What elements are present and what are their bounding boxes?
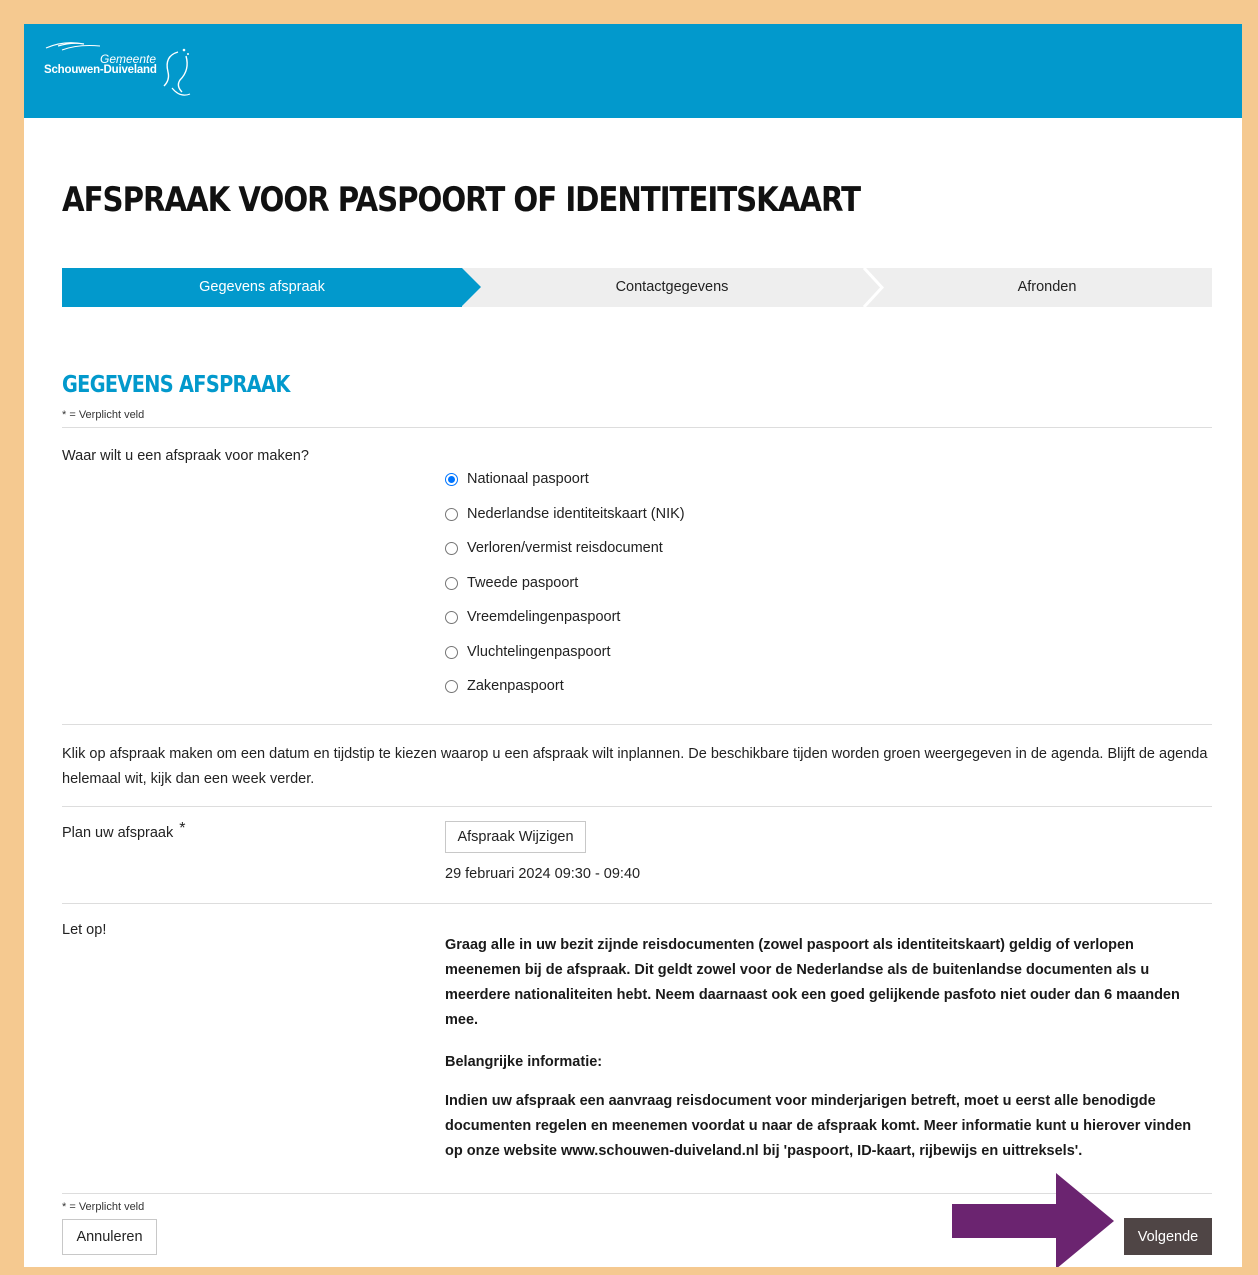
option-label: Verloren/vermist reisdocument — [467, 540, 663, 556]
option-label: Zakenpaspoort — [467, 678, 564, 694]
required-asterisk: * — [179, 820, 186, 837]
radio-button[interactable] — [445, 679, 458, 693]
option-label: Tweede paspoort — [467, 575, 579, 591]
step-separator-icon — [862, 268, 884, 307]
plan-label-text: Plan uw afspraak — [62, 825, 174, 841]
divider — [62, 724, 1212, 725]
notice-paragraph: Indien uw afspraak een aanvraag reisdocu… — [445, 1093, 1192, 1159]
logo-swoosh-icon — [45, 42, 101, 51]
change-appointment-button[interactable]: Afspraak Wijzigen — [445, 821, 586, 853]
section-title: GEGEVENS AFSPRAAK — [62, 372, 290, 398]
radio-button[interactable] — [445, 576, 458, 590]
option-label: Nederlandse identiteitskaart (NIK) — [467, 506, 685, 522]
option-nederlandse-identiteitskaart[interactable]: Nederlandse identiteitskaart (NIK) — [445, 504, 685, 524]
notice-label: Let op! — [62, 922, 107, 938]
radio-button[interactable] — [445, 645, 458, 659]
divider — [62, 903, 1212, 904]
page-title: AFSPRAAK VOOR PASPOORT OF IDENTITEITSKAA… — [62, 180, 861, 220]
divider — [62, 427, 1212, 428]
page-frame: Gemeente Schouwen-Duiveland AFSPRAAK VOO… — [24, 24, 1242, 1267]
radio-button[interactable] — [445, 507, 458, 521]
required-note: * = Verplicht veld — [62, 1201, 145, 1213]
divider — [62, 806, 1212, 807]
option-label: Nationaal paspoort — [467, 471, 589, 487]
site-header: Gemeente Schouwen-Duiveland — [24, 24, 1242, 118]
next-button[interactable]: Volgende — [1124, 1218, 1212, 1255]
municipality-logo[interactable]: Gemeente Schouwen-Duiveland — [44, 42, 204, 106]
progress-steps: Gegevens afspraak Contactgegevens Afrond… — [62, 268, 1212, 307]
option-vluchtelingenpaspoort[interactable]: Vluchtelingenpaspoort — [445, 642, 611, 662]
question-label: Waar wilt u een afspraak voor maken? — [62, 448, 309, 464]
radio-button[interactable] — [445, 610, 458, 624]
required-note: * = Verplicht veld — [62, 409, 145, 421]
option-verloren-reisdocument[interactable]: Verloren/vermist reisdocument — [445, 538, 663, 558]
logo-wave-icon — [163, 48, 191, 96]
notice-paragraph: Graag alle in uw bezit zijnde reisdocume… — [445, 937, 1180, 1028]
radio-button[interactable] — [445, 472, 458, 486]
option-label: Vreemdelingenpaspoort — [467, 609, 621, 625]
step-gegevens-afspraak: Gegevens afspraak — [62, 268, 481, 307]
radio-button[interactable] — [445, 541, 458, 555]
option-label: Vluchtelingenpaspoort — [467, 644, 611, 660]
step-afronden: Afronden — [1017, 279, 1077, 295]
annotation-arrow-icon — [952, 1173, 1114, 1267]
option-vreemdelingenpaspoort[interactable]: Vreemdelingenpaspoort — [445, 607, 620, 627]
logo-line2: Schouwen-Duiveland — [44, 64, 157, 76]
option-nationaal-paspoort[interactable]: Nationaal paspoort — [445, 469, 589, 489]
notice-heading: Belangrijke informatie: — [445, 1054, 603, 1070]
step-contactgegevens: Contactgegevens — [615, 279, 729, 295]
option-zakenpaspoort[interactable]: Zakenpaspoort — [445, 676, 564, 696]
option-tweede-paspoort[interactable]: Tweede paspoort — [445, 573, 578, 593]
plan-label: Plan uw afspraak * — [62, 820, 185, 842]
cancel-button[interactable]: Annuleren — [62, 1219, 157, 1255]
appointment-datetime: 29 februari 2024 09:30 - 09:40 — [445, 866, 641, 882]
info-text: Klik op afspraak maken om een datum en t… — [62, 746, 1208, 787]
